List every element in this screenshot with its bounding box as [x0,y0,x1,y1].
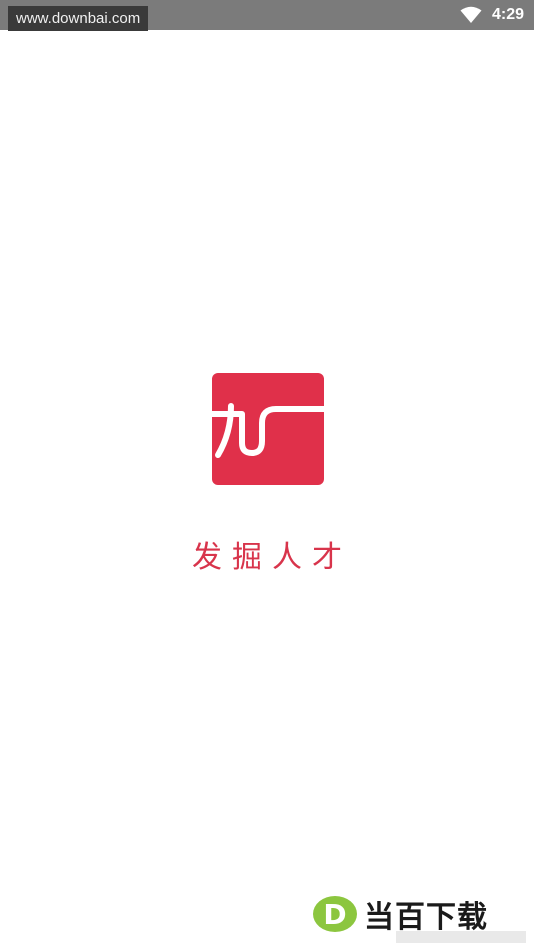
status-indicators: 4:29 [460,0,524,30]
app-logo [212,373,324,485]
brand-watermark: D 当百下载 [312,892,488,936]
brand-watermark-text: 当百下载 [364,900,488,935]
d-letter-icon: D [313,896,357,932]
status-time: 4:29 [491,6,524,23]
bottom-strip [396,931,526,943]
slogan: 发掘人才 [192,540,352,575]
watermark-url: www.downbai.com [8,6,149,31]
wifi-icon [460,6,482,23]
svg-text:D: D [323,898,346,931]
status-bar: www.downbai.com 4:29 [0,0,534,31]
app-logo-icon [212,373,324,485]
